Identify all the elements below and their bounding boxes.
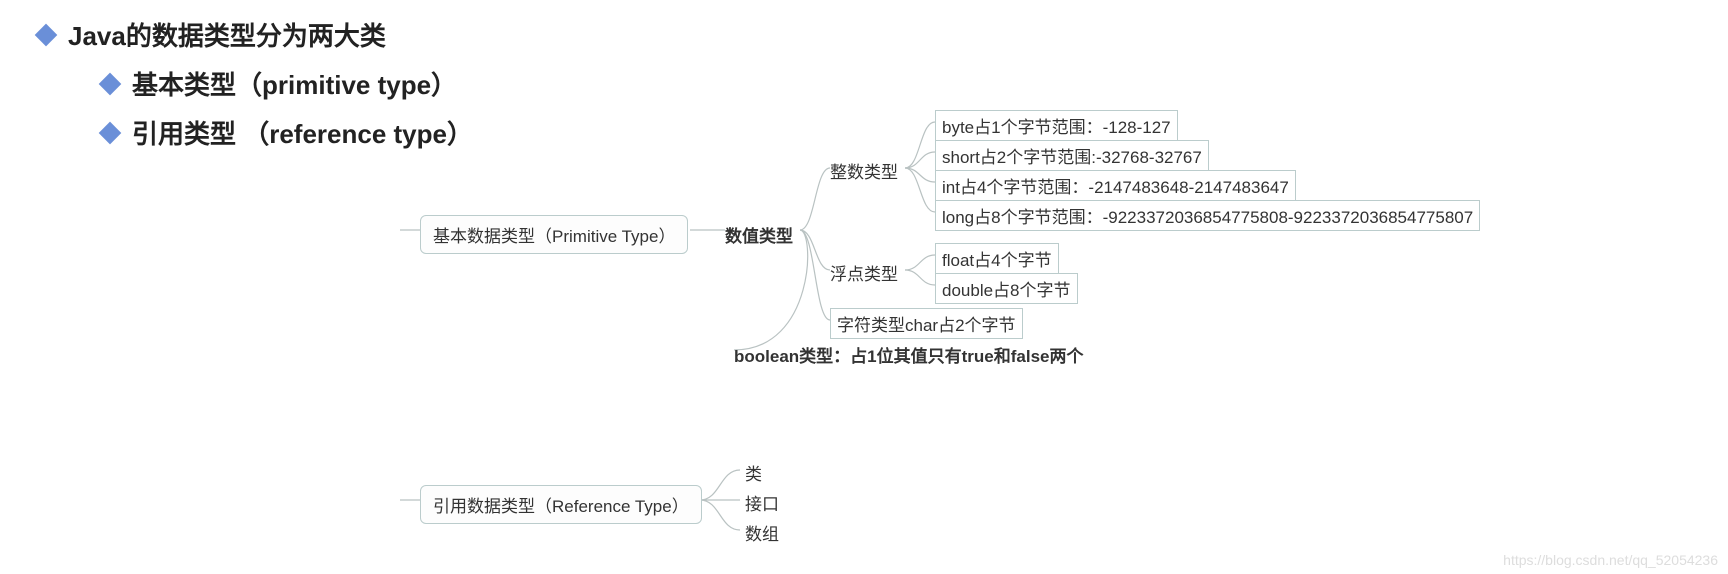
node-reference-type: 引用数据类型（Reference Type） [420,485,702,524]
bullet-main: Java的数据类型分为两大类 [38,16,473,53]
row-long: long占8个字节范围：-9223372036854775808-9223372… [935,200,1480,231]
diamond-icon [35,23,58,46]
watermark: https://blog.csdn.net/qq_52054236 [1503,552,1718,568]
node-float: 浮点类型 [830,260,898,285]
node-ref-array: 数组 [745,520,779,545]
node-primitive-type: 基本数据类型（Primitive Type） [420,215,688,254]
mindmap-diagram: 基本数据类型（Primitive Type） 数值类型 整数类型 浮点类型 by… [400,100,1720,570]
bullet-sub-primitive: 基本类型（primitive type） [102,65,473,102]
row-byte: byte占1个字节范围：-128-127 [935,110,1178,141]
node-integer: 整数类型 [830,158,898,183]
diamond-icon [99,121,122,144]
node-numeric: 数值类型 [725,222,793,247]
bullet-main-text: Java的数据类型分为两大类 [68,16,386,53]
row-double: double占8个字节 [935,273,1078,304]
row-boolean: boolean类型：占1位其值只有true和false两个 [734,342,1084,367]
diamond-icon [99,72,122,95]
node-ref-interface: 接口 [745,490,779,515]
row-char: 字符类型char占2个字节 [830,308,1023,339]
row-float: float占4个字节 [935,243,1059,274]
row-short: short占2个字节范围:-32768-32767 [935,140,1209,171]
node-ref-class: 类 [745,460,762,485]
row-int: int占4个字节范围：-2147483648-2147483647 [935,170,1296,201]
bullet-sub1-text: 基本类型（primitive type） [132,65,457,102]
